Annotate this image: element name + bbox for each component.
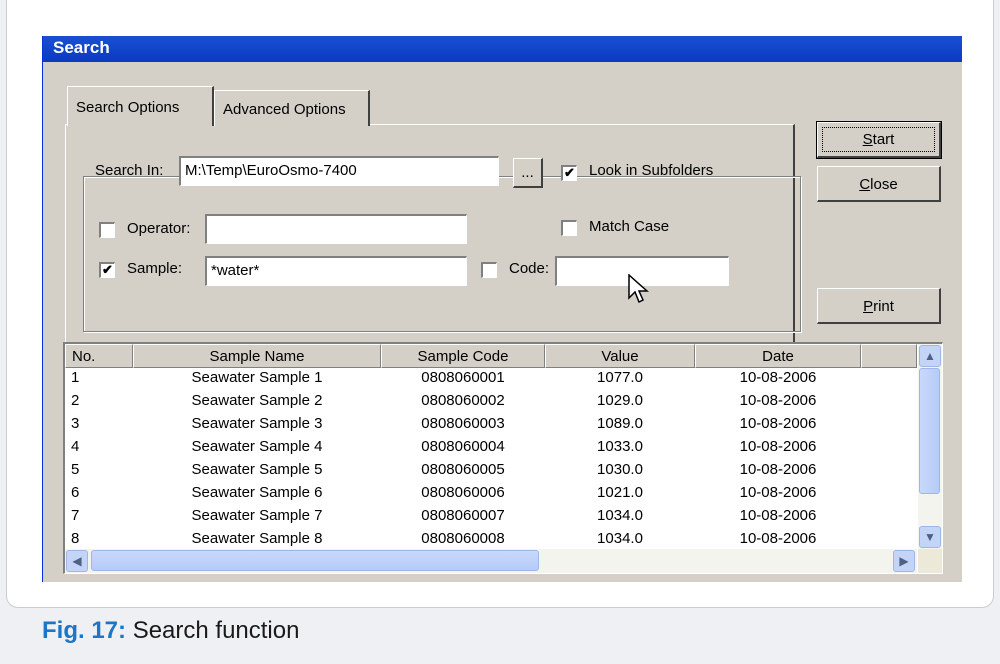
row-no: 2 xyxy=(71,392,80,409)
row-value: 1030.0 xyxy=(597,461,643,478)
row-no: 1 xyxy=(71,369,80,386)
row-sample-code: 0808060008 xyxy=(421,530,505,547)
scroll-corner xyxy=(918,549,942,573)
look-in-subfolders-checkbox[interactable]: ✔ xyxy=(561,165,577,181)
code-label: Code: xyxy=(509,260,550,277)
sample-checkbox[interactable]: ✔ xyxy=(99,262,115,278)
match-case-checkbox[interactable] xyxy=(561,220,577,236)
column-header-no[interactable]: No. xyxy=(65,344,133,368)
row-date: 10-08-2006 xyxy=(739,484,817,501)
row-no: 7 xyxy=(71,507,80,524)
row-no: 8 xyxy=(71,530,80,547)
browse-button[interactable]: ... xyxy=(513,158,543,188)
row-sample-name: Seawater Sample 1 xyxy=(191,369,323,386)
row-value: 1077.0 xyxy=(597,369,643,386)
row-sample-name: Seawater Sample 8 xyxy=(191,530,323,547)
vertical-scrollbar[interactable]: ▲ ▼ xyxy=(918,344,942,550)
table-row[interactable]: 7 Seawater Sample 7 0808060007 1034.0 10-08-… xyxy=(65,506,917,529)
row-no: 5 xyxy=(71,461,80,478)
row-sample-code: 0808060005 xyxy=(421,461,505,478)
search-dialog: Search Search Options Advanced Options S… xyxy=(42,36,962,582)
scroll-up-icon[interactable]: ▲ xyxy=(919,345,941,367)
table-row[interactable]: 5 Seawater Sample 5 0808060005 1030.0 10-08-… xyxy=(65,460,917,483)
list-header: No. Sample Name Sample Code Value Date xyxy=(65,344,917,368)
sample-field[interactable]: *water* xyxy=(205,256,467,286)
column-header-sample-name[interactable]: Sample Name xyxy=(133,344,381,368)
row-value: 1089.0 xyxy=(597,415,643,432)
look-in-subfolders-label: Look in Subfolders xyxy=(589,162,714,179)
horizontal-scroll-thumb[interactable] xyxy=(91,550,539,571)
row-date: 10-08-2006 xyxy=(739,415,817,432)
match-case-label: Match Case xyxy=(589,218,670,235)
table-row[interactable]: 2 Seawater Sample 2 0808060002 1029.0 10-08-… xyxy=(65,391,917,414)
column-header-empty xyxy=(861,344,917,368)
close-label-rest: lose xyxy=(870,176,898,193)
row-sample-name: Seawater Sample 6 xyxy=(191,484,323,501)
row-date: 10-08-2006 xyxy=(739,461,817,478)
column-header-value[interactable]: Value xyxy=(545,344,695,368)
row-sample-name: Seawater Sample 4 xyxy=(191,438,323,455)
figure-caption: Fig. 17: Search function xyxy=(42,617,299,645)
scroll-down-icon[interactable]: ▼ xyxy=(919,526,941,548)
dialog-title: Search xyxy=(43,36,962,62)
print-button[interactable]: Print xyxy=(817,288,941,324)
table-row[interactable]: 1 Seawater Sample 1 0808060001 1077.0 10-08-… xyxy=(65,368,917,391)
operator-field[interactable] xyxy=(205,214,467,244)
operator-checkbox[interactable] xyxy=(99,222,115,238)
close-button[interactable]: Close xyxy=(817,166,941,202)
row-sample-name: Seawater Sample 5 xyxy=(191,461,323,478)
scroll-left-icon[interactable]: ◀ xyxy=(66,550,88,572)
operator-label: Operator: xyxy=(127,220,191,237)
row-sample-code: 0808060001 xyxy=(421,369,505,386)
row-sample-code: 0808060007 xyxy=(421,507,505,524)
results-list[interactable]: No. Sample Name Sample Code Value Date 1… xyxy=(63,342,943,574)
row-value: 1034.0 xyxy=(597,507,643,524)
scroll-right-icon[interactable]: ▶ xyxy=(893,550,915,572)
tab-search-options[interactable]: Search Options xyxy=(67,86,214,126)
row-sample-name: Seawater Sample 7 xyxy=(191,507,323,524)
row-no: 4 xyxy=(71,438,80,455)
start-button[interactable]: Start xyxy=(816,121,942,159)
row-value: 1034.0 xyxy=(597,530,643,547)
table-row[interactable]: 3 Seawater Sample 3 0808060003 1089.0 10-08-… xyxy=(65,414,917,437)
column-header-sample-code[interactable]: Sample Code xyxy=(381,344,545,368)
row-value: 1033.0 xyxy=(597,438,643,455)
row-date: 10-08-2006 xyxy=(739,392,817,409)
search-criteria-group xyxy=(83,176,801,332)
row-date: 10-08-2006 xyxy=(739,507,817,524)
row-value: 1021.0 xyxy=(597,484,643,501)
figure-caption-text: Search function xyxy=(132,617,300,644)
print-mnemonic: P xyxy=(863,298,874,315)
column-header-date[interactable]: Date xyxy=(695,344,861,368)
table-row[interactable]: 6 Seawater Sample 6 0808060006 1021.0 10-08-… xyxy=(65,483,917,506)
row-sample-code: 0808060006 xyxy=(421,484,505,501)
row-no: 3 xyxy=(71,415,80,432)
row-date: 10-08-2006 xyxy=(739,369,817,386)
row-value: 1029.0 xyxy=(597,392,643,409)
search-in-field[interactable]: M:\Temp\EuroOsmo-7400 xyxy=(179,156,499,186)
search-in-label: Search In: xyxy=(95,162,164,179)
row-no: 6 xyxy=(71,484,80,501)
row-date: 10-08-2006 xyxy=(739,438,817,455)
row-sample-code: 0808060004 xyxy=(421,438,505,455)
horizontal-scrollbar[interactable]: ◀ ▶ xyxy=(65,549,917,573)
close-mnemonic: C xyxy=(859,176,871,193)
vertical-scroll-thumb[interactable] xyxy=(919,368,940,494)
row-sample-name: Seawater Sample 3 xyxy=(191,415,323,432)
mouse-cursor-icon xyxy=(628,274,649,304)
code-checkbox[interactable] xyxy=(481,262,497,278)
table-row[interactable]: 4 Seawater Sample 4 0808060004 1033.0 10-08-… xyxy=(65,437,917,460)
row-sample-name: Seawater Sample 2 xyxy=(191,392,323,409)
row-sample-code: 0808060002 xyxy=(421,392,505,409)
row-date: 10-08-2006 xyxy=(739,530,817,547)
figure-number: Fig. 17: xyxy=(42,617,127,644)
tab-advanced-options[interactable]: Advanced Options xyxy=(214,90,370,126)
sample-label: Sample: xyxy=(127,260,183,277)
print-label-rest: rint xyxy=(873,298,894,315)
row-sample-code: 0808060003 xyxy=(421,415,505,432)
